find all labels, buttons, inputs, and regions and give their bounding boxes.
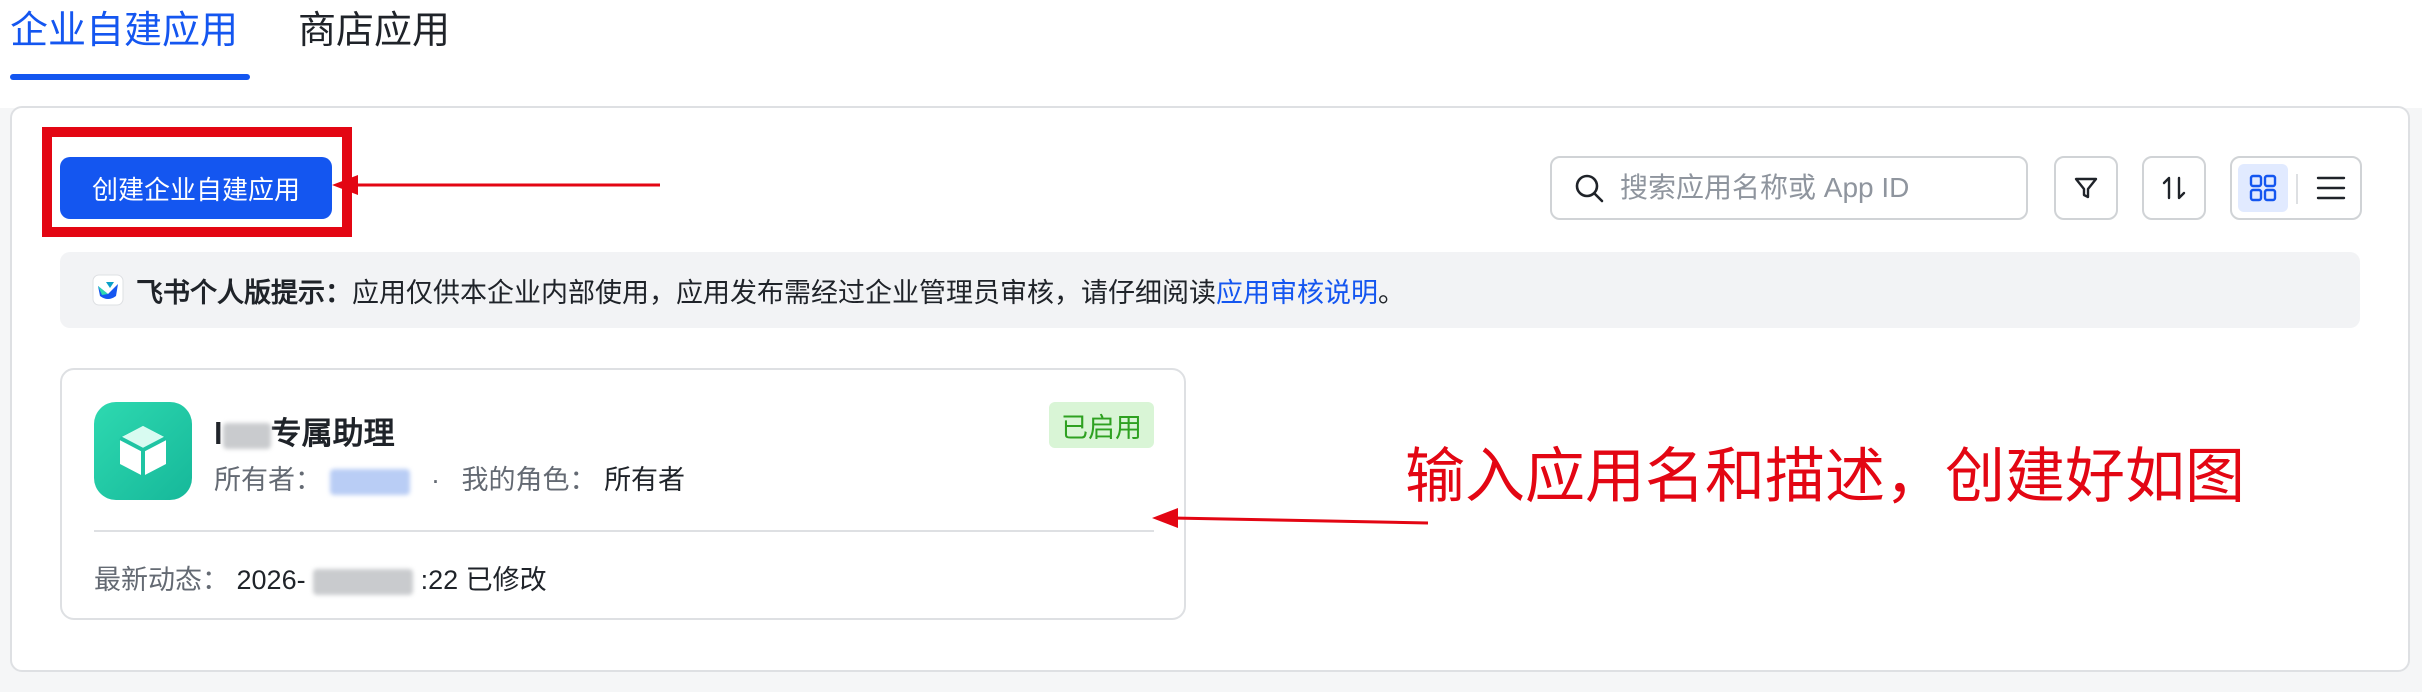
feishu-logo-icon: [92, 274, 124, 306]
arrow-to-create-button: [332, 175, 660, 195]
app-card[interactable]: l 专属助理 已启用 所有者： · 我的角色： 所有者 最新动态： 2026- :…: [60, 368, 1186, 620]
notice-title: 飞书个人版提示：: [136, 277, 352, 308]
redacted-block: [222, 422, 271, 449]
grid-view-button[interactable]: [2238, 164, 2288, 212]
active-tab-indicator: [10, 74, 250, 80]
search-box[interactable]: [1550, 156, 2028, 220]
tab-custom-apps[interactable]: 企业自建应用: [10, 0, 238, 82]
review-guide-link[interactable]: 应用审核说明: [1216, 271, 1378, 310]
tab-store-apps[interactable]: 商店应用: [298, 0, 450, 82]
activity-redacted: [313, 568, 414, 595]
search-input[interactable]: [1620, 172, 2000, 204]
role-value: 所有者: [604, 465, 686, 495]
view-toggle-divider: [2296, 174, 2298, 204]
arrow-to-app-card: [1152, 508, 1429, 528]
meta-separator: ·: [431, 465, 441, 495]
app-name-prefix-redacted: l: [214, 416, 223, 451]
sort-button[interactable]: [2142, 156, 2206, 220]
activity-year: 2026-: [236, 565, 306, 595]
notice-suffix: 。: [1378, 277, 1405, 308]
app-name: l 专属助理: [214, 408, 395, 453]
annotation-text: 输入应用名和描述，创建好如图: [1405, 442, 2245, 512]
owner-redacted: [329, 468, 410, 495]
card-footer: 最新动态： 2026- :22 已修改: [94, 558, 547, 597]
notice-banner: 飞书个人版提示： 应用仅供本企业内部使用，应用发布需经过企业管理员审核，请仔细阅…: [60, 252, 2360, 328]
list-view-icon: [2316, 176, 2346, 200]
app-meta: 所有者： · 我的角色： 所有者: [214, 458, 685, 497]
list-view-button[interactable]: [2306, 164, 2356, 212]
role-label: 我的角色：: [461, 465, 597, 495]
search-icon: [1575, 174, 1604, 203]
app-icon: [94, 402, 192, 500]
card-divider: [94, 530, 1154, 532]
app-name-suffix: 专属助理: [270, 416, 395, 451]
highlight-box: [42, 127, 352, 237]
status-badge: 已启用: [1049, 402, 1154, 448]
activity-tail: :22 已修改: [420, 565, 547, 595]
view-toggle: [2230, 156, 2362, 220]
sort-icon: [2162, 176, 2186, 200]
owner-label: 所有者：: [214, 465, 322, 495]
filter-icon: [2074, 177, 2098, 199]
cube-icon: [119, 426, 167, 476]
activity-label: 最新动态：: [94, 565, 229, 595]
filter-button[interactable]: [2054, 156, 2118, 220]
notice-text: 应用仅供本企业内部使用，应用发布需经过企业管理员审核，请仔细阅读: [352, 277, 1216, 308]
grid-view-icon: [2249, 174, 2277, 202]
